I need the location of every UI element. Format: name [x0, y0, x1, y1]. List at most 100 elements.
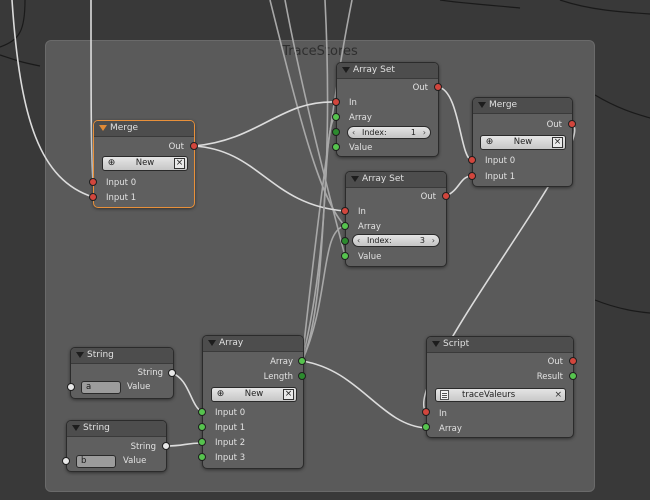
merge2-in0-socket[interactable] [468, 156, 476, 164]
node-title: Merge [489, 100, 518, 110]
node-title: String [87, 350, 114, 360]
collapse-arrow-icon[interactable] [342, 67, 350, 73]
close-icon[interactable]: × [174, 158, 185, 169]
array-length-socket[interactable] [298, 372, 306, 380]
string-text-field[interactable]: a [81, 381, 121, 394]
merge2-in1-socket[interactable] [468, 172, 476, 180]
input-1-label: Input 1 [215, 423, 246, 433]
script-result-socket[interactable] [569, 372, 577, 380]
collapse-arrow-icon[interactable] [99, 125, 107, 131]
arrayset2-value-socket[interactable] [341, 252, 349, 260]
arrayset1-in-socket[interactable] [332, 98, 340, 106]
add-icon: ⊕ [216, 389, 225, 399]
decrement-arrow-icon[interactable]: ‹ [357, 235, 360, 246]
new-input-button[interactable]: ⊕ New × [480, 135, 566, 150]
arrayset2-in-socket[interactable] [341, 207, 349, 215]
merge1-out-socket[interactable] [190, 142, 198, 150]
string1-value-socket[interactable] [67, 383, 75, 391]
node-header[interactable]: String [67, 421, 166, 437]
arrayset1-array-socket[interactable] [332, 113, 340, 121]
script-in-socket[interactable] [422, 408, 430, 416]
node-header[interactable]: Array [203, 336, 303, 352]
merge1-in1-socket[interactable] [89, 193, 97, 201]
string-text-field[interactable]: b [76, 455, 116, 468]
output-label: Out [168, 142, 184, 152]
decrement-arrow-icon[interactable]: ‹ [352, 127, 355, 138]
arrayset2-index-socket[interactable] [341, 237, 349, 245]
collapse-arrow-icon[interactable] [478, 102, 486, 108]
array-node[interactable]: Array Array Length ⊕ New × Input 0 Input… [202, 335, 304, 469]
array-set-node-1[interactable]: Array Set Out In Array ‹ Index: 1 › Valu… [336, 62, 439, 157]
node-header[interactable]: Merge [473, 98, 572, 114]
node-header[interactable]: Script [427, 337, 573, 353]
button-label: New [244, 389, 264, 399]
merge-node-1[interactable]: Merge Out ⊕ New × Input 0 Input 1 [93, 120, 195, 208]
node-title: Array [219, 338, 244, 348]
script-selector[interactable]: traceValeurs × [435, 388, 566, 402]
add-icon: ⊕ [107, 158, 116, 168]
string-node-1[interactable]: String String a Value [70, 347, 174, 399]
new-input-button[interactable]: ⊕ New × [102, 156, 188, 171]
arrayset2-out-socket[interactable] [442, 192, 450, 200]
new-input-button[interactable]: ⊕ New × [211, 387, 297, 402]
script-node[interactable]: Script Out Result traceValeurs × In Arra… [426, 336, 574, 438]
array-in1-socket[interactable] [198, 423, 206, 431]
value-label: Value [123, 456, 147, 466]
node-title: String [83, 423, 110, 433]
arrayset1-index-socket[interactable] [332, 128, 340, 136]
close-icon[interactable]: × [552, 137, 563, 148]
arrayset2-array-socket[interactable] [341, 222, 349, 230]
length-output-label: Length [263, 372, 293, 382]
increment-arrow-icon[interactable]: › [432, 235, 435, 246]
collapse-arrow-icon[interactable] [432, 341, 440, 347]
collapse-arrow-icon[interactable] [72, 425, 80, 431]
output-label: Out [546, 120, 562, 130]
collapse-arrow-icon[interactable] [208, 340, 216, 346]
node-title: Merge [110, 123, 139, 133]
merge2-out-socket[interactable] [568, 120, 576, 128]
collapse-arrow-icon[interactable] [76, 352, 84, 358]
increment-arrow-icon[interactable]: › [423, 127, 426, 138]
in-label: In [349, 98, 357, 108]
array-in2-socket[interactable] [198, 438, 206, 446]
node-header[interactable]: Array Set [346, 172, 446, 188]
arrayset1-value-socket[interactable] [332, 143, 340, 151]
close-icon[interactable]: × [554, 390, 562, 400]
script-name: traceValeurs [462, 390, 516, 400]
collapse-arrow-icon[interactable] [351, 176, 359, 182]
script-out-socket[interactable] [569, 357, 577, 365]
node-header[interactable]: String [71, 348, 173, 364]
index-field[interactable]: ‹ Index: 3 › [352, 234, 440, 247]
script-array-socket[interactable] [422, 423, 430, 431]
string1-out-socket[interactable] [168, 369, 176, 377]
output-label: Out [412, 83, 428, 93]
add-icon: ⊕ [485, 137, 494, 147]
string2-value-socket[interactable] [62, 457, 70, 465]
output-label: String [137, 368, 163, 378]
result-label: Result [536, 372, 563, 382]
string-node-2[interactable]: String String b Value [66, 420, 167, 472]
array-in3-socket[interactable] [198, 453, 206, 461]
node-title: Array Set [362, 174, 404, 184]
array-set-node-2[interactable]: Array Set Out In Array ‹ Index: 3 › Valu… [345, 171, 447, 267]
array-out-socket[interactable] [298, 357, 306, 365]
merge-node-2[interactable]: Merge Out ⊕ New × Input 0 Input 1 [472, 97, 573, 187]
button-label: New [513, 137, 533, 147]
node-header[interactable]: Array Set [337, 63, 438, 79]
merge1-in0-socket[interactable] [89, 178, 97, 186]
array-in0-socket[interactable] [198, 408, 206, 416]
index-value: 3 [419, 236, 425, 245]
value-label: Value [358, 252, 382, 262]
index-value: 1 [410, 128, 416, 137]
in-label: In [439, 409, 447, 419]
input-1-label: Input 1 [485, 172, 516, 182]
array-label: Array [349, 113, 372, 123]
string2-out-socket[interactable] [162, 442, 170, 450]
node-header[interactable]: Merge [94, 121, 194, 137]
input-0-label: Input 0 [485, 156, 516, 166]
close-icon[interactable]: × [283, 389, 294, 400]
index-field[interactable]: ‹ Index: 1 › [347, 126, 431, 139]
input-2-label: Input 2 [215, 438, 246, 448]
arrayset1-out-socket[interactable] [434, 83, 442, 91]
node-title: Array Set [353, 65, 395, 75]
